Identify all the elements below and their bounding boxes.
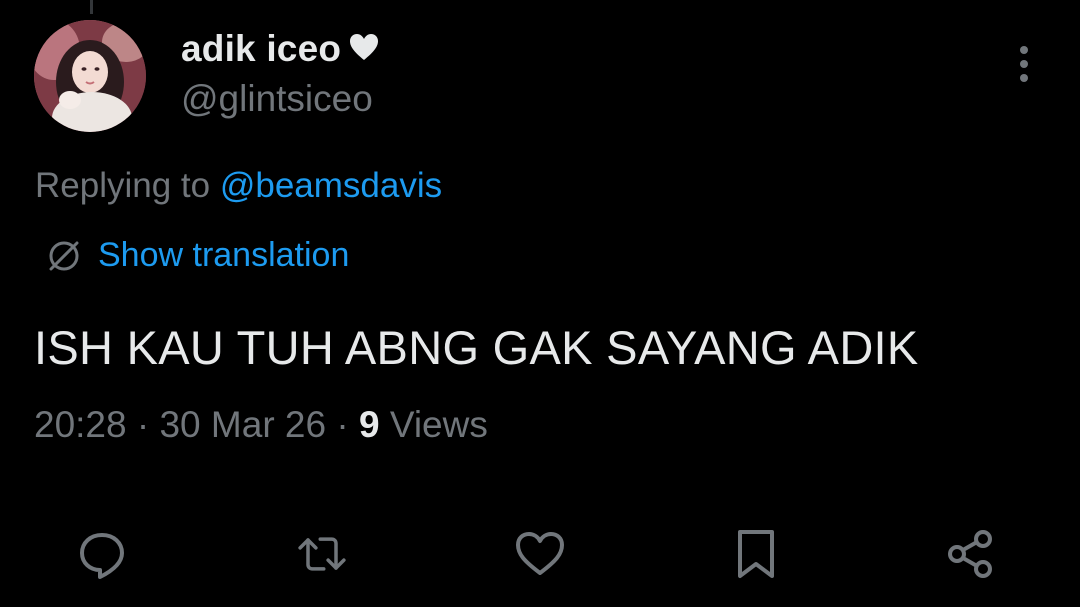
views-label: Views bbox=[389, 404, 488, 445]
tweet-meta: 20:28 · 30 Mar 26 · 9 Views bbox=[34, 404, 488, 446]
heart-icon bbox=[349, 28, 379, 70]
bookmark-button[interactable] bbox=[728, 526, 784, 582]
meta-separator: · bbox=[136, 404, 150, 445]
reply-mention-link[interactable]: @beamsdavis bbox=[220, 166, 442, 205]
show-translation-button[interactable]: Show translation bbox=[46, 236, 349, 275]
author-handle[interactable]: @glintsiceo bbox=[181, 78, 373, 120]
reply-button[interactable] bbox=[74, 526, 130, 582]
bookmark-icon bbox=[738, 530, 774, 578]
meta-separator: · bbox=[336, 404, 349, 445]
display-name-text: adik iceo bbox=[181, 28, 342, 69]
display-name[interactable]: adik iceo bbox=[181, 28, 379, 70]
views-count: 9 bbox=[358, 404, 380, 445]
reply-icon bbox=[80, 533, 124, 579]
share-button[interactable] bbox=[942, 526, 998, 582]
tweet-text: ISH KAU TUH ABNG GAK SAYANG ADIK bbox=[34, 321, 919, 374]
more-options-button[interactable] bbox=[1004, 42, 1044, 86]
like-button[interactable] bbox=[512, 526, 568, 582]
more-vertical-icon bbox=[1020, 46, 1028, 82]
retweet-icon bbox=[298, 537, 346, 571]
tweet-date[interactable]: 30 Mar 26 bbox=[159, 404, 326, 445]
avatar-photo bbox=[34, 20, 146, 132]
heart-outline-icon bbox=[516, 532, 564, 575]
thread-connector-line bbox=[90, 0, 93, 14]
translate-icon bbox=[49, 241, 79, 270]
retweet-button[interactable] bbox=[294, 526, 350, 582]
share-icon bbox=[948, 530, 992, 578]
avatar[interactable] bbox=[34, 20, 146, 132]
replying-to: Replying to @beamsdavis bbox=[35, 166, 442, 206]
show-translation-label: Show translation bbox=[98, 236, 350, 274]
tweet-time[interactable]: 20:28 bbox=[34, 404, 127, 445]
replying-prefix: Replying to bbox=[35, 166, 211, 205]
